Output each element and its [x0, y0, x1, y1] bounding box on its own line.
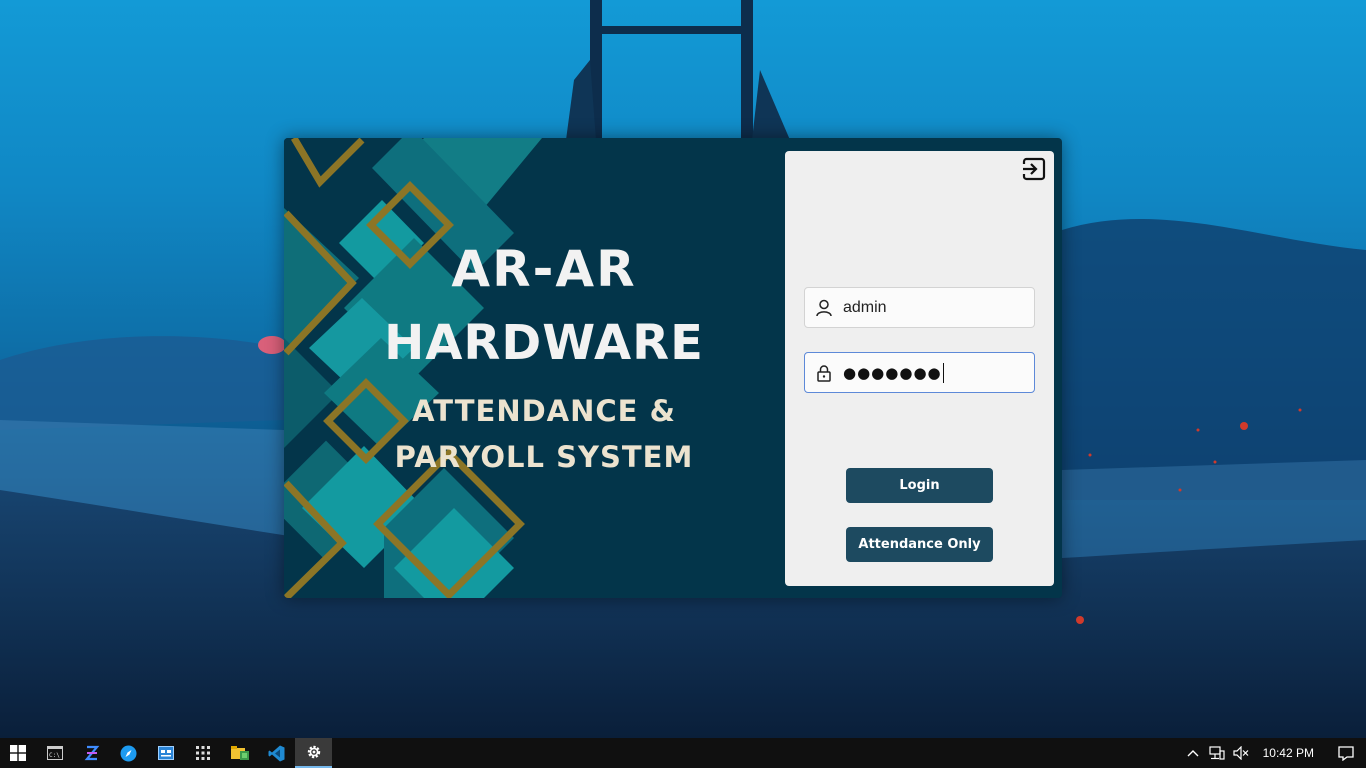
windows-start-icon — [10, 745, 26, 761]
taskbar: C:\ 10:42 PM — [0, 738, 1366, 768]
exit-icon — [1022, 157, 1046, 181]
svg-text:C:\: C:\ — [49, 752, 60, 759]
lock-icon — [805, 353, 843, 392]
password-masked-value: ●●●●●●● — [843, 363, 942, 382]
password-field[interactable]: ●●●●●●● — [804, 352, 1035, 393]
settings-app-icon — [307, 745, 320, 759]
username-field[interactable] — [804, 287, 1035, 328]
taskbar-clock[interactable]: 10:42 PM — [1253, 746, 1326, 760]
volume-button[interactable] — [1229, 738, 1253, 768]
chevron-up-icon — [1187, 750, 1199, 757]
user-icon — [805, 288, 843, 327]
banner-panel: AR-AR HARDWARE ATTENDANCE & PARYOLL SYST… — [284, 138, 784, 598]
username-input[interactable] — [843, 292, 1023, 323]
brand-title-line1: AR-AR — [451, 240, 637, 298]
taskbar-app-vscode[interactable] — [258, 738, 295, 768]
show-hidden-icons-button[interactable] — [1181, 738, 1205, 768]
command-prompt-icon: C:\ — [46, 746, 63, 760]
apps-grid-icon — [195, 746, 210, 760]
login-form-panel: ●●●●●●● Login Attendance Only — [785, 151, 1054, 586]
taskbar-app-explorer[interactable] — [221, 738, 258, 768]
start-button[interactable] — [0, 738, 36, 768]
taskbar-app-ide[interactable] — [73, 738, 110, 768]
network-icon — [1209, 746, 1225, 760]
attendance-only-button[interactable]: Attendance Only — [846, 527, 993, 562]
login-button[interactable]: Login — [846, 468, 993, 503]
action-center-button[interactable] — [1326, 738, 1366, 768]
exit-button[interactable] — [1021, 156, 1051, 186]
volume-muted-icon — [1233, 746, 1249, 760]
vscode-icon — [268, 745, 285, 761]
taskbar-app-settings[interactable] — [295, 738, 332, 768]
brand-title-line2: HARDWARE — [384, 315, 704, 371]
system-tray: 10:42 PM — [1181, 738, 1366, 768]
jetbrains-ide-icon — [84, 745, 99, 761]
system-subtitle: ATTENDANCE & PARYOLL SYSTEM — [394, 394, 694, 474]
password-input[interactable]: ●●●●●●● — [843, 362, 945, 383]
browser-icon — [120, 745, 137, 761]
notification-icon — [1338, 745, 1354, 761]
taskbar-app-cmd[interactable]: C:\ — [36, 738, 73, 768]
taskbar-app-browser[interactable] — [110, 738, 147, 768]
login-window: AR-AR HARDWARE ATTENDANCE & PARYOLL SYST… — [284, 138, 1062, 598]
network-button[interactable] — [1205, 738, 1229, 768]
file-explorer-icon — [230, 746, 249, 760]
control-panel-icon — [157, 746, 174, 760]
text-caret — [942, 362, 945, 383]
taskbar-app-grid[interactable] — [184, 738, 221, 768]
taskbar-app-control-panel[interactable] — [147, 738, 184, 768]
banner-text-group: AR-AR HARDWARE ATTENDANCE & PARYOLL SYST… — [344, 238, 744, 480]
